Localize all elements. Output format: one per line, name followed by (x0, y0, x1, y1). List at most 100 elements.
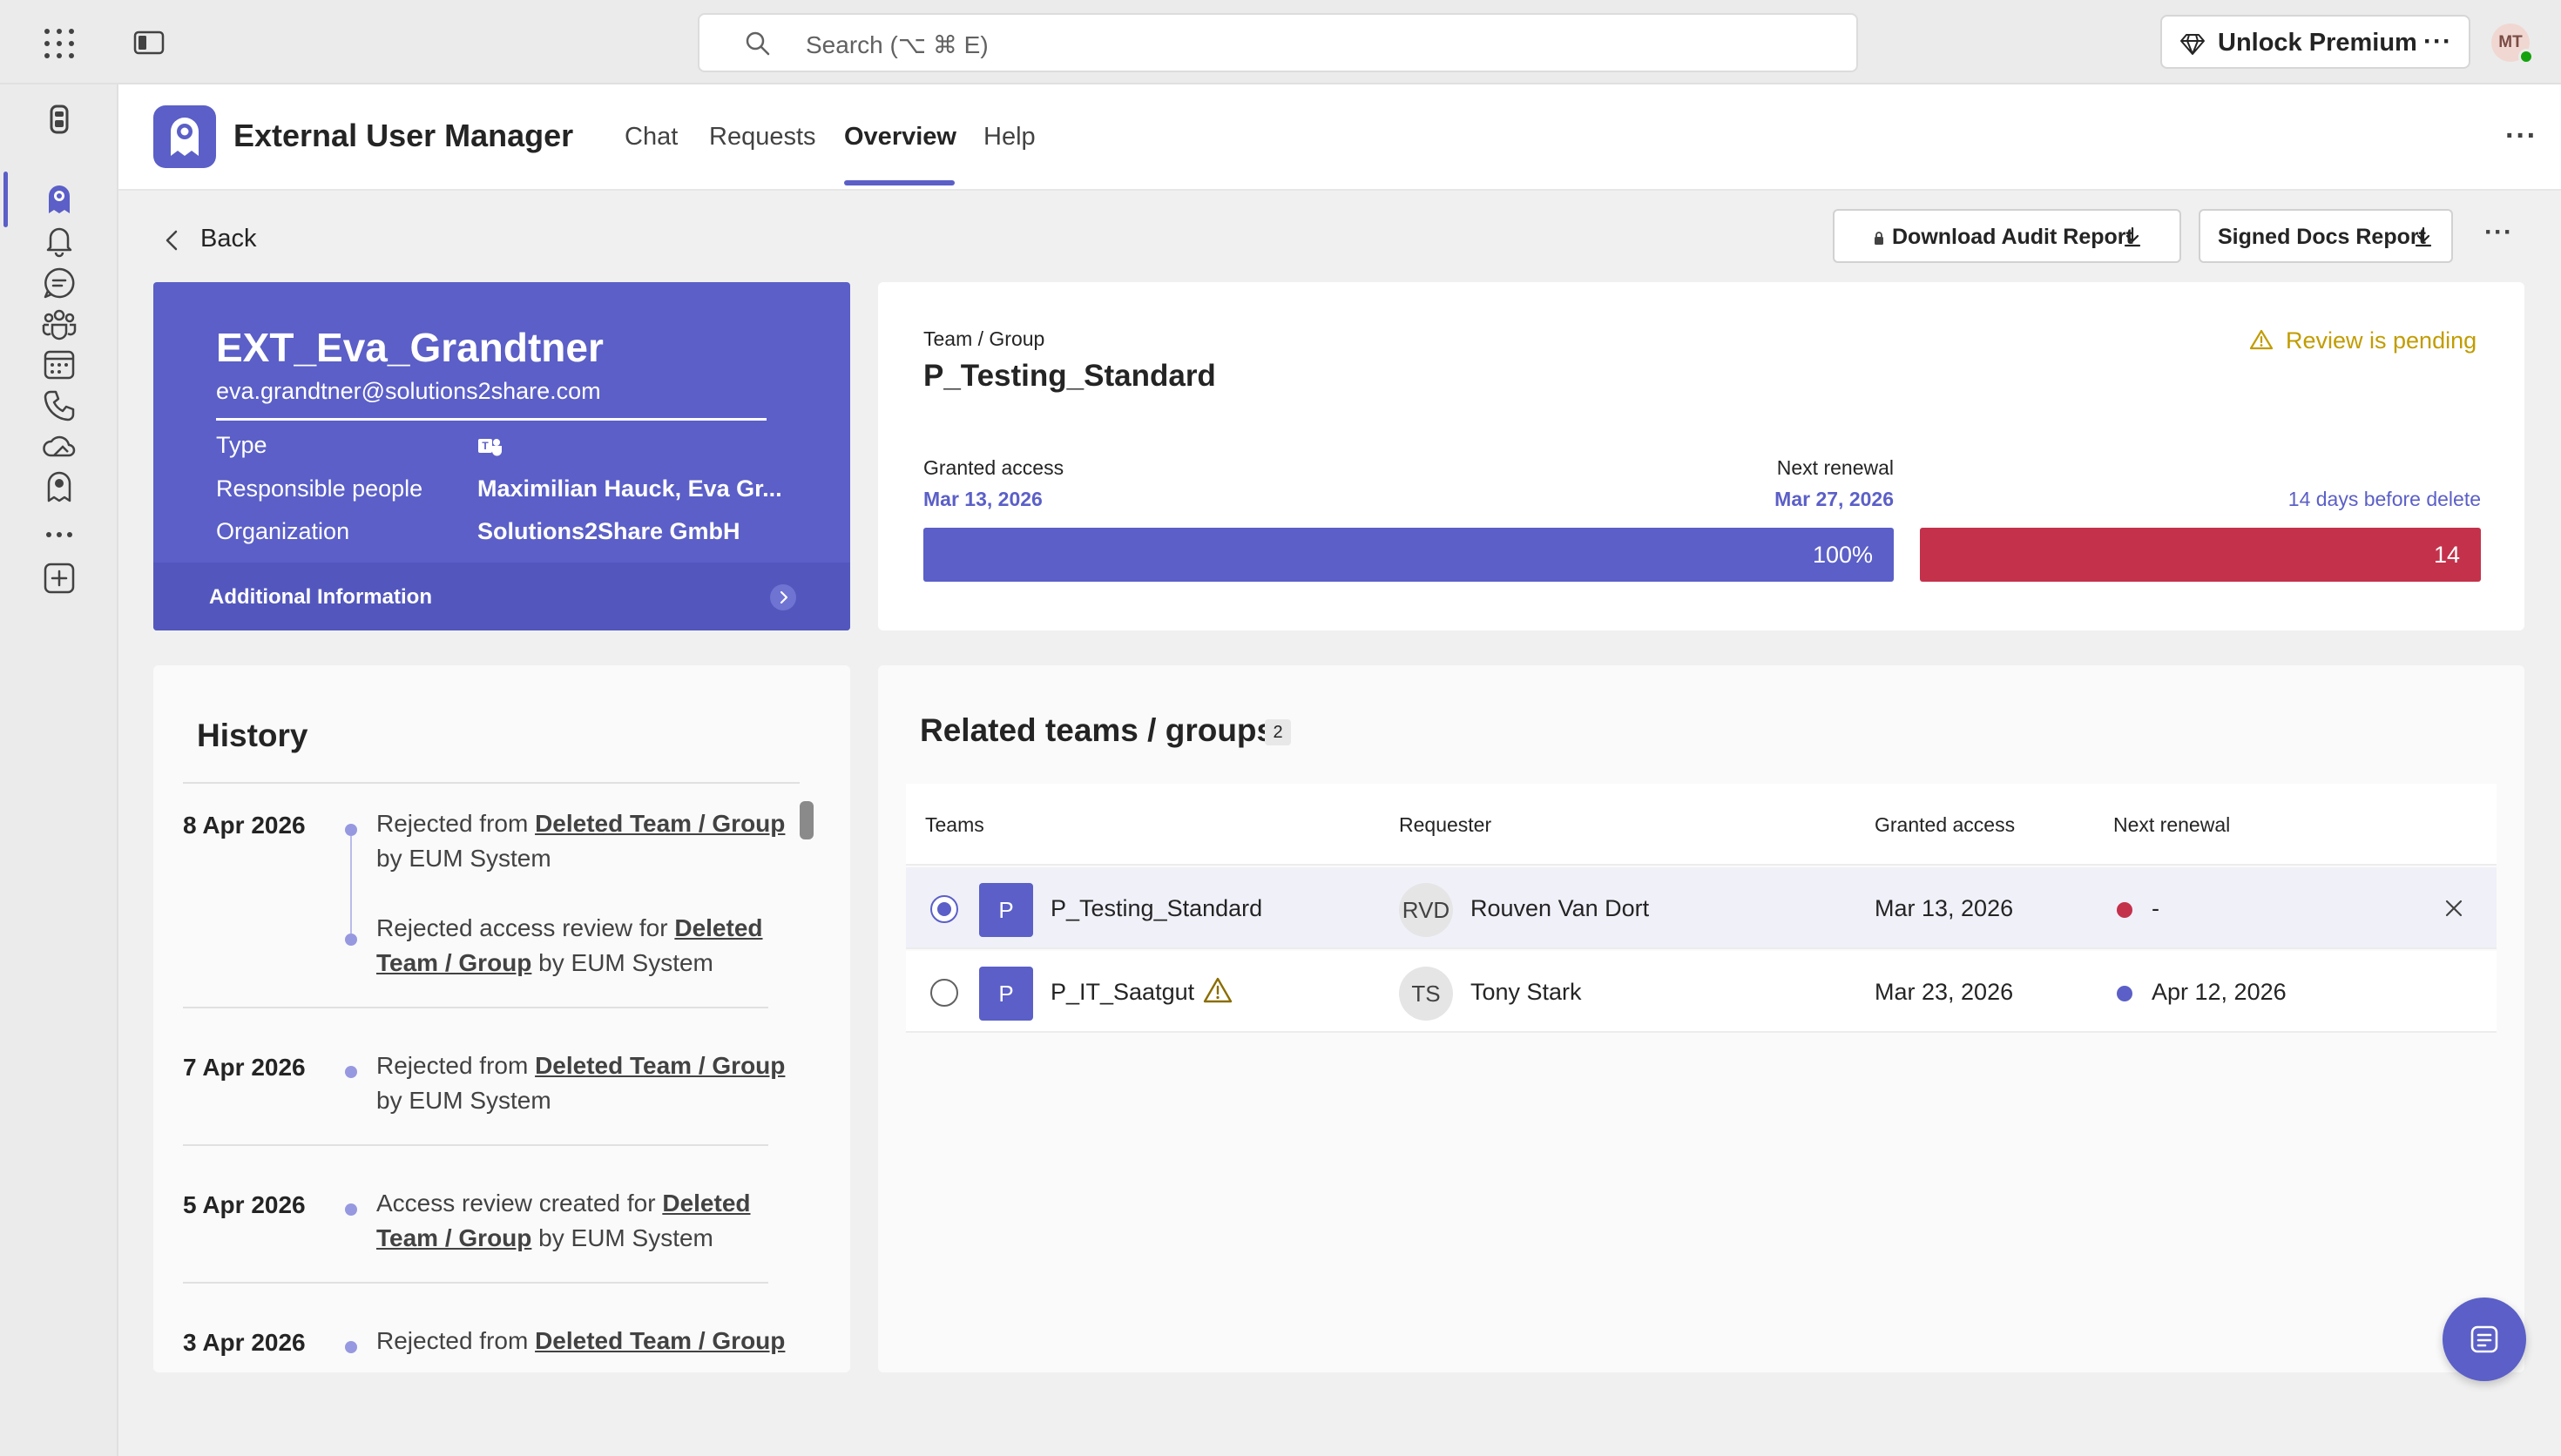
signed-docs-report-button[interactable]: Signed Docs Report (2199, 209, 2453, 263)
back-button[interactable]: Back (155, 221, 329, 260)
profile-divider (216, 418, 767, 421)
history-separator (183, 1007, 768, 1008)
svg-text:T: T (482, 440, 489, 452)
teams-guest-icon: T (478, 439, 502, 456)
tab-chat[interactable]: Chat (625, 123, 678, 152)
history-date: 5 Apr 2026 (183, 1191, 306, 1218)
assistant-button[interactable] (2443, 1298, 2526, 1381)
organization-value: Solutions2Share GmbH (477, 518, 740, 544)
requester-name: Tony Stark (1470, 979, 1582, 1005)
external-user-manager-pinned-icon[interactable] (40, 468, 78, 506)
search-placeholder: Search (⌥ ⌘ E) (806, 31, 989, 58)
additional-information-label: Additional Information (209, 585, 432, 609)
renewal-status-dot (2117, 902, 2132, 918)
download-audit-report-label: Download Audit Report (1892, 225, 2133, 249)
table-row[interactable]: P P_IT_Saatgut TS Tony Stark Mar 23, 202… (906, 951, 2497, 1033)
app-header: External User Manager Chat Requests Over… (118, 84, 2561, 191)
search-icon (746, 31, 770, 56)
column-header-teams[interactable]: Teams (925, 813, 984, 837)
history-text-post: by EUM System (376, 845, 551, 872)
history-text: Rejected access review for Deleted Team … (376, 911, 786, 981)
app-more-options-icon[interactable]: ··· (2505, 119, 2537, 153)
add-app-icon[interactable] (40, 559, 78, 597)
timeline-line (350, 836, 352, 934)
row-select-radio[interactable] (930, 979, 958, 1007)
deleted-team-group-link[interactable]: Deleted Team / Group (535, 1327, 785, 1354)
team-access-card: Team / Group P_Testing_Standard Review i… (878, 282, 2524, 630)
history-scrollbar[interactable] (800, 801, 814, 839)
assistant-icon (2470, 1325, 2498, 1353)
close-icon[interactable] (2441, 895, 2467, 921)
approvals-app-icon[interactable] (40, 101, 78, 139)
timeline-dot (345, 824, 357, 836)
activity-bell-icon[interactable] (40, 221, 78, 260)
user-email: eva.grandtner@solutions2share.com (216, 378, 601, 404)
days-before-delete-value: 14 (2433, 542, 2460, 568)
review-status-label: Review is pending (2286, 327, 2477, 354)
history-date: 3 Apr 2026 (183, 1329, 306, 1356)
table-row[interactable]: P P_Testing_Standard RVD Rouven Van Dort… (906, 867, 2497, 949)
calendar-icon[interactable] (40, 346, 78, 384)
history-panel[interactable]: History 8 Apr 2026 Rejected from Deleted… (153, 665, 850, 1372)
tab-help[interactable]: Help (983, 123, 1036, 152)
chevron-left-icon (166, 230, 178, 251)
warning-icon (2249, 329, 2274, 350)
download-icon (2124, 226, 2141, 247)
back-label: Back (200, 225, 257, 253)
related-teams-title: Related teams / groups (920, 712, 1275, 748)
teams-icon[interactable] (40, 304, 78, 342)
history-text: Rejected from Deleted Team / Group by EU… (376, 806, 786, 876)
onedrive-icon[interactable] (40, 428, 78, 466)
sidebar-toggle-icon[interactable] (132, 26, 166, 59)
days-before-delete-bar: 14 (1920, 528, 2481, 582)
history-separator (183, 1282, 768, 1284)
calls-icon[interactable] (40, 387, 78, 425)
signed-docs-report-label: Signed Docs Report (2218, 225, 2426, 249)
responsible-people-value: Maximilian Hauck, Eva Gr... (477, 475, 782, 502)
chevron-right-icon (770, 584, 796, 610)
deleted-team-group-link[interactable]: Deleted Team / Group (535, 1052, 785, 1079)
history-divider (183, 782, 800, 784)
requester-name: Rouven Van Dort (1470, 895, 1650, 921)
history-text-pre: Rejected from (376, 1052, 536, 1079)
history-text-pre: Access review created for (376, 1190, 663, 1217)
presence-available-icon (2518, 49, 2534, 64)
tab-overview[interactable]: Overview (844, 123, 956, 152)
additional-information-toggle[interactable]: Additional Information (153, 563, 850, 630)
next-renewal-cell: Apr 12, 2026 (2152, 979, 2287, 1005)
next-renewal-cell: - (2152, 895, 2159, 921)
premium-more-icon[interactable]: ··· (2423, 27, 2452, 57)
external-user-manager-app-icon[interactable] (40, 180, 78, 219)
deleted-team-group-link[interactable]: Deleted Team / Group (535, 810, 785, 837)
unlock-premium-button[interactable]: Unlock Premium ··· (2160, 15, 2470, 69)
next-renewal-label: Next renewal (1776, 456, 1894, 479)
more-apps-icon[interactable] (40, 516, 78, 554)
chat-icon[interactable] (40, 264, 78, 302)
tab-requests[interactable]: Requests (709, 123, 816, 152)
search-input[interactable]: Search (⌥ ⌘ E) (698, 13, 1858, 72)
renewal-progress-value: 100% (1812, 542, 1873, 568)
user-avatar[interactable]: MT (2491, 24, 2534, 64)
history-text: Rejected from Deleted Team / Group by EU… (376, 1048, 786, 1118)
timeline-dot (345, 1341, 357, 1353)
next-renewal-date: Mar 27, 2026 (1774, 488, 1894, 510)
history-text-pre: Rejected access review for (376, 914, 675, 941)
download-audit-report-button[interactable]: Download Audit Report (1833, 209, 2181, 263)
column-header-next-renewal[interactable]: Next renewal (2113, 813, 2230, 837)
table-header: Teams Requester Granted access Next rene… (906, 784, 2497, 866)
page-more-options-icon[interactable]: ··· (2484, 218, 2513, 247)
app-launcher-icon[interactable] (42, 26, 77, 61)
renewal-status-dot (2117, 986, 2132, 1001)
user-initials: MT (2498, 33, 2523, 51)
column-header-granted-access[interactable]: Granted access (1875, 813, 2015, 837)
team-name-cell: P_Testing_Standard (1051, 895, 1263, 921)
row-select-radio[interactable] (930, 895, 958, 923)
column-header-requester[interactable]: Requester (1399, 813, 1491, 837)
requester-avatar: RVD (1399, 883, 1453, 937)
timeline-dot (345, 1203, 357, 1216)
history-date: 8 Apr 2026 (183, 812, 306, 839)
days-before-delete-label: 14 days before delete (2287, 488, 2481, 510)
history-text: Access review created for Deleted Team /… (376, 1186, 786, 1256)
timeline-dot (345, 1066, 357, 1078)
user-profile-card: EXT_Eva_Grandtner eva.grandtner@solution… (153, 282, 850, 630)
